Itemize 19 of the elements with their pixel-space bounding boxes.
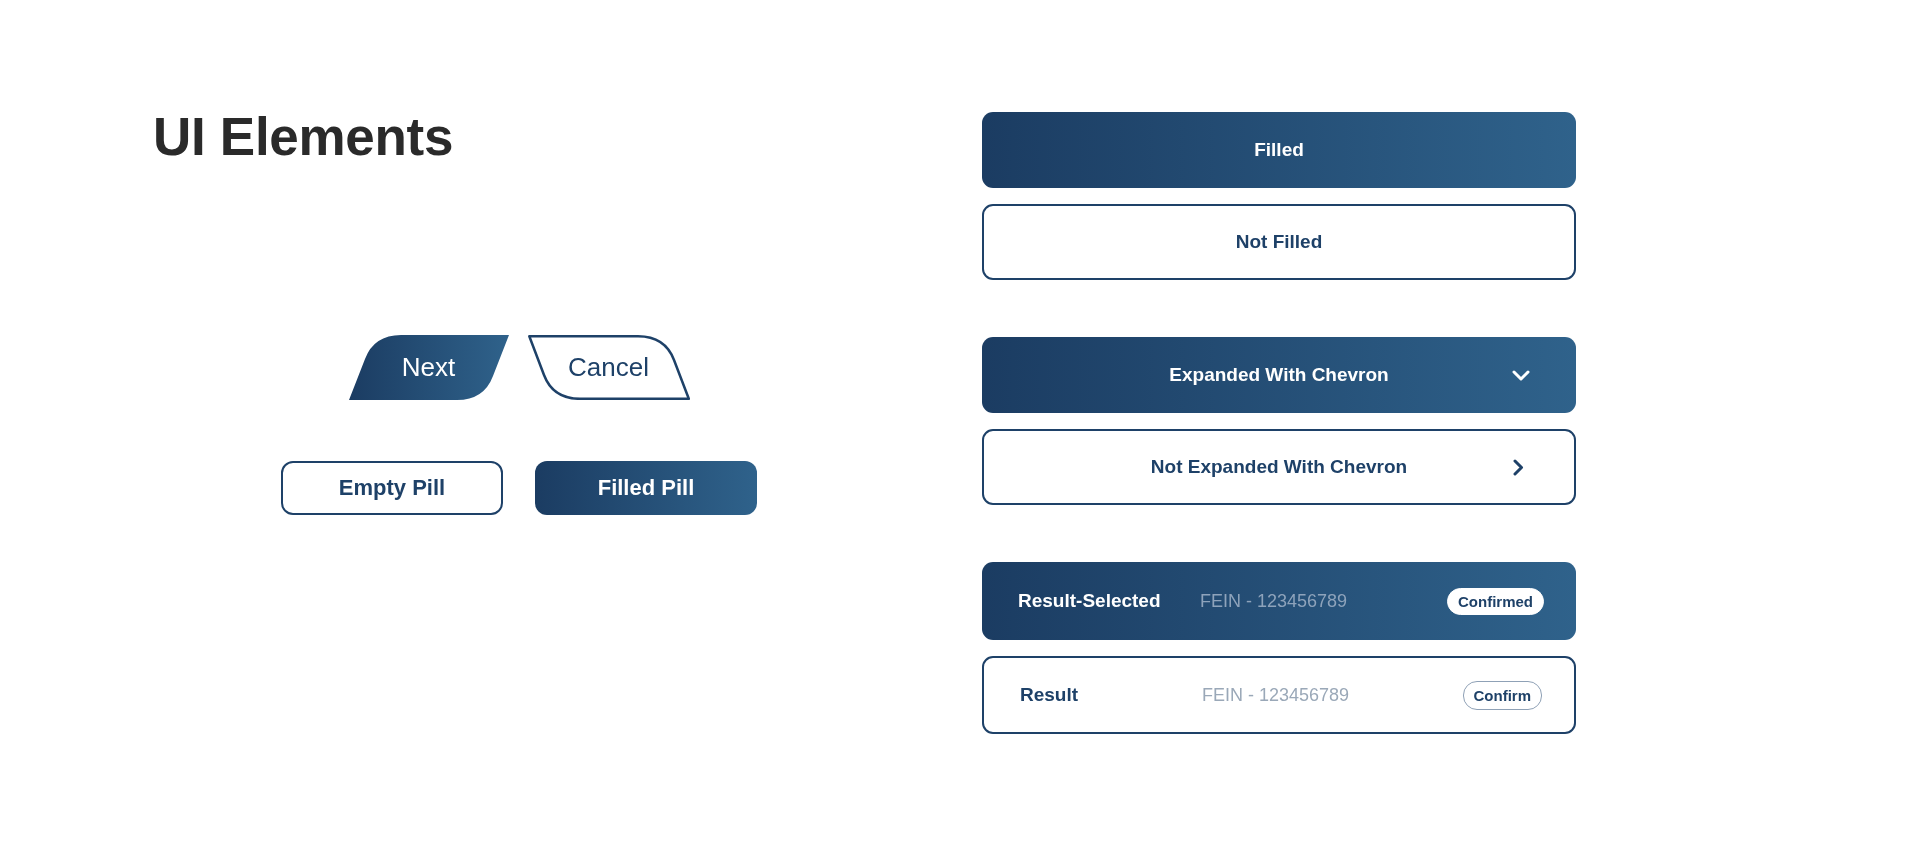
- wide-button[interactable]: Filled: [982, 112, 1576, 188]
- pill-button[interactable]: Filled Pill: [535, 461, 757, 515]
- result-row[interactable]: Result FEIN - 123456789 Confirm: [982, 656, 1576, 734]
- confirm-button[interactable]: Confirm: [1462, 680, 1542, 710]
- fein-number: FEIN - 123456789: [1200, 590, 1349, 612]
- accordion-header[interactable]: Expanded With Chevron: [982, 337, 1576, 413]
- page-title: UI Elements: [153, 106, 454, 167]
- slanted-button[interactable]: Cancel: [527, 335, 690, 400]
- accordion-header[interactable]: Not Expanded With Chevron: [982, 429, 1576, 505]
- pill-button[interactable]: Empty Pill: [281, 461, 503, 515]
- wide-button[interactable]: Not Filled: [982, 204, 1576, 280]
- result-name: Result-Selected: [1018, 590, 1162, 612]
- result-name: Result: [1020, 684, 1080, 706]
- status-badge: Confirmed: [1447, 587, 1544, 615]
- chevron-right-icon: [1513, 458, 1524, 476]
- result-row[interactable]: Result-Selected FEIN - 123456789 Confirmed: [982, 562, 1576, 640]
- slanted-button[interactable]: Next: [348, 335, 509, 400]
- chevron-down-icon: [1512, 369, 1530, 381]
- fein-number: FEIN - 123456789: [1202, 684, 1351, 706]
